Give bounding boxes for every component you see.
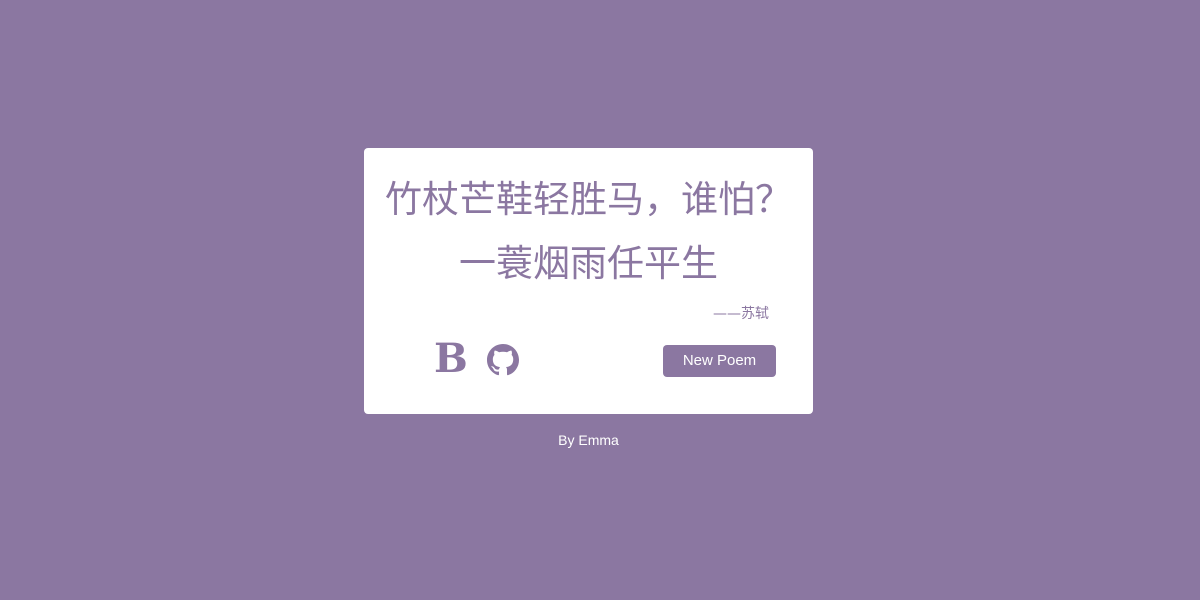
github-icon-graphic (487, 344, 519, 376)
poem-author: ——苏轼 (713, 306, 769, 322)
footer-credit: By Emma (558, 432, 619, 448)
github-icon[interactable] (487, 344, 519, 376)
poem-line-2: 一蓑烟雨任平生 (459, 242, 718, 285)
poem-card: 竹杖芒鞋轻胜马，谁怕？ 一蓑烟雨任平生 ——苏轼 B New Poem (364, 148, 813, 414)
blog-b-icon[interactable]: B (434, 338, 468, 380)
new-poem-button[interactable]: New Poem (663, 345, 776, 377)
poem-line-1: 竹杖芒鞋轻胜马，谁怕？ (385, 178, 792, 221)
